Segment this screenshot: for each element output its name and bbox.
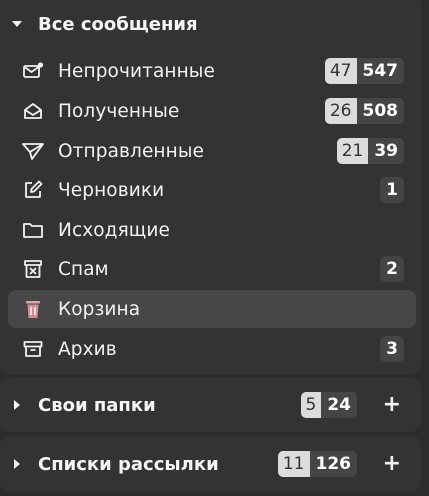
- envelope-unread-icon: [20, 58, 46, 84]
- mailing-lists-counts: 11 126: [277, 451, 357, 477]
- total-count: 24: [321, 392, 357, 418]
- caret-right-icon[interactable]: [6, 458, 28, 470]
- folder-label: Отправленные: [58, 140, 205, 162]
- folder-received[interactable]: Полученные 26 508: [8, 92, 416, 130]
- total-count: 1: [380, 177, 404, 203]
- trash-icon: [20, 296, 46, 322]
- folder-label: Черновики: [58, 179, 165, 201]
- folder-counts: 1: [380, 177, 404, 203]
- folder-sent[interactable]: Отправленные 21 39: [8, 132, 416, 170]
- add-mailing-list-button[interactable]: +: [383, 453, 401, 475]
- caret-down-icon[interactable]: [6, 19, 28, 29]
- folder-label: Исходящие: [58, 219, 170, 241]
- folder-label: Архив: [58, 338, 117, 360]
- total-count: 2: [380, 256, 404, 282]
- paper-plane-icon: [20, 138, 46, 164]
- folder-outbox[interactable]: Исходящие: [8, 211, 416, 249]
- my-folders-title: Свои папки: [38, 394, 156, 416]
- mailing-lists-title: Списки рассылки: [38, 453, 219, 475]
- mailing-lists-group: Списки рассылки 11 126 +: [0, 436, 421, 492]
- all-messages-group: Все сообщения Непрочитанные 47 547 Получ…: [0, 0, 421, 374]
- caret-right-icon[interactable]: [6, 399, 28, 411]
- mailing-lists-header[interactable]: Списки рассылки 11 126 +: [0, 444, 421, 484]
- folder-archive[interactable]: Архив 3: [8, 330, 416, 368]
- folder-spam[interactable]: Спам 2: [8, 250, 416, 288]
- all-messages-header[interactable]: Все сообщения: [0, 4, 421, 44]
- mail-folders-panel: Все сообщения Непрочитанные 47 547 Получ…: [0, 0, 429, 496]
- folder-icon: [20, 217, 46, 243]
- my-folders-counts: 5 24: [300, 392, 357, 418]
- total-count: 126: [309, 451, 357, 477]
- folder-label: Корзина: [58, 298, 141, 320]
- folder-unread[interactable]: Непрочитанные 47 547: [8, 52, 416, 90]
- folder-counts: 2: [380, 256, 404, 282]
- folder-counts: 3: [380, 336, 404, 362]
- folder-counts: 26 508: [324, 98, 404, 124]
- folder-label: Полученные: [58, 100, 180, 122]
- unread-count: 11: [277, 451, 310, 477]
- unread-count: 47: [324, 58, 357, 84]
- total-count: 39: [368, 138, 404, 164]
- pencil-square-icon: [20, 177, 46, 203]
- unread-count: 26: [324, 98, 357, 124]
- folder-label: Непрочитанные: [58, 60, 215, 82]
- total-count: 547: [356, 58, 404, 84]
- archive-icon: [20, 336, 46, 362]
- my-folders-group: Свои папки 5 24 +: [0, 378, 421, 432]
- envelope-open-icon: [20, 98, 46, 124]
- unread-count: 5: [300, 392, 322, 418]
- folder-counts: 21 39: [336, 138, 404, 164]
- spam-box-icon: [20, 256, 46, 282]
- total-count: 3: [380, 336, 404, 362]
- folder-counts: 47 547: [324, 58, 404, 84]
- folder-trash[interactable]: Корзина: [8, 290, 416, 328]
- folder-drafts[interactable]: Черновики 1: [8, 171, 416, 209]
- total-count: 508: [356, 98, 404, 124]
- folder-label: Спам: [58, 258, 109, 280]
- unread-count: 21: [336, 138, 369, 164]
- all-messages-title: Все сообщения: [38, 13, 198, 35]
- my-folders-header[interactable]: Свои папки 5 24 +: [0, 385, 421, 425]
- add-folder-button[interactable]: +: [383, 394, 401, 416]
